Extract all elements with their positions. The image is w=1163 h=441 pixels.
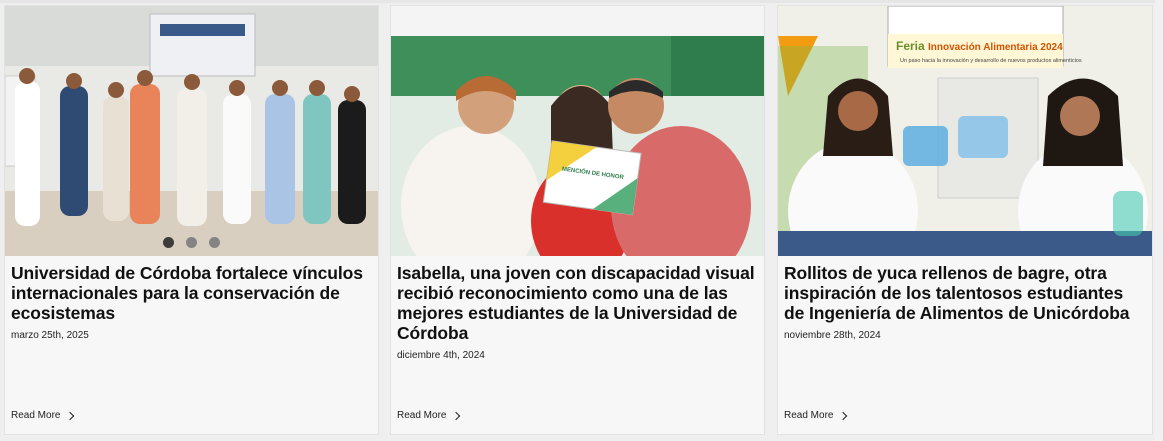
chevron-right-icon bbox=[452, 411, 461, 420]
chevron-right-icon bbox=[839, 411, 848, 420]
carousel-dot-1[interactable] bbox=[163, 237, 174, 248]
page-scrollbar[interactable] bbox=[1155, 0, 1163, 441]
carousel-dot-2[interactable] bbox=[186, 237, 197, 248]
banner-sub: Un paso hacia la innovación y desarrollo… bbox=[900, 58, 1082, 64]
banner-line1: Feria bbox=[896, 39, 925, 53]
news-title-2[interactable]: Isabella, una joven con discapacidad vis… bbox=[397, 263, 756, 343]
news-image-3[interactable]: Feria Innovación Alimentaria 2024 Un pas… bbox=[778, 6, 1152, 256]
read-more-link-1[interactable]: Read More bbox=[11, 410, 75, 421]
news-image-2[interactable]: MENCIÓN DE HONOR bbox=[391, 6, 764, 256]
read-more-label: Read More bbox=[11, 410, 61, 421]
read-more-label: Read More bbox=[784, 410, 834, 421]
news-card-1[interactable]: Universidad de Córdoba fortalece vínculo… bbox=[4, 5, 379, 435]
news-title-3[interactable]: Rollitos de yuca rellenos de bagre, otra… bbox=[784, 263, 1144, 323]
news-date-2: diciembre 4th, 2024 bbox=[397, 350, 485, 361]
news-date-1: marzo 25th, 2025 bbox=[11, 330, 89, 341]
carousel-dots bbox=[163, 237, 220, 248]
news-title-1[interactable]: Universidad de Córdoba fortalece vínculo… bbox=[11, 263, 370, 323]
read-more-link-2[interactable]: Read More bbox=[397, 410, 461, 421]
banner-line2: Innovación Alimentaria 2024 bbox=[928, 42, 1063, 53]
chevron-right-icon bbox=[66, 411, 75, 420]
top-divider bbox=[0, 0, 1163, 3]
read-more-label: Read More bbox=[397, 410, 447, 421]
read-more-link-3[interactable]: Read More bbox=[784, 410, 848, 421]
news-date-3: noviembre 28th, 2024 bbox=[784, 330, 881, 341]
news-card-3[interactable]: Feria Innovación Alimentaria 2024 Un pas… bbox=[777, 5, 1153, 435]
carousel-dot-3[interactable] bbox=[209, 237, 220, 248]
news-card-2[interactable]: MENCIÓN DE HONOR Isabella, una joven con… bbox=[390, 5, 765, 435]
news-image-1[interactable] bbox=[5, 6, 378, 256]
